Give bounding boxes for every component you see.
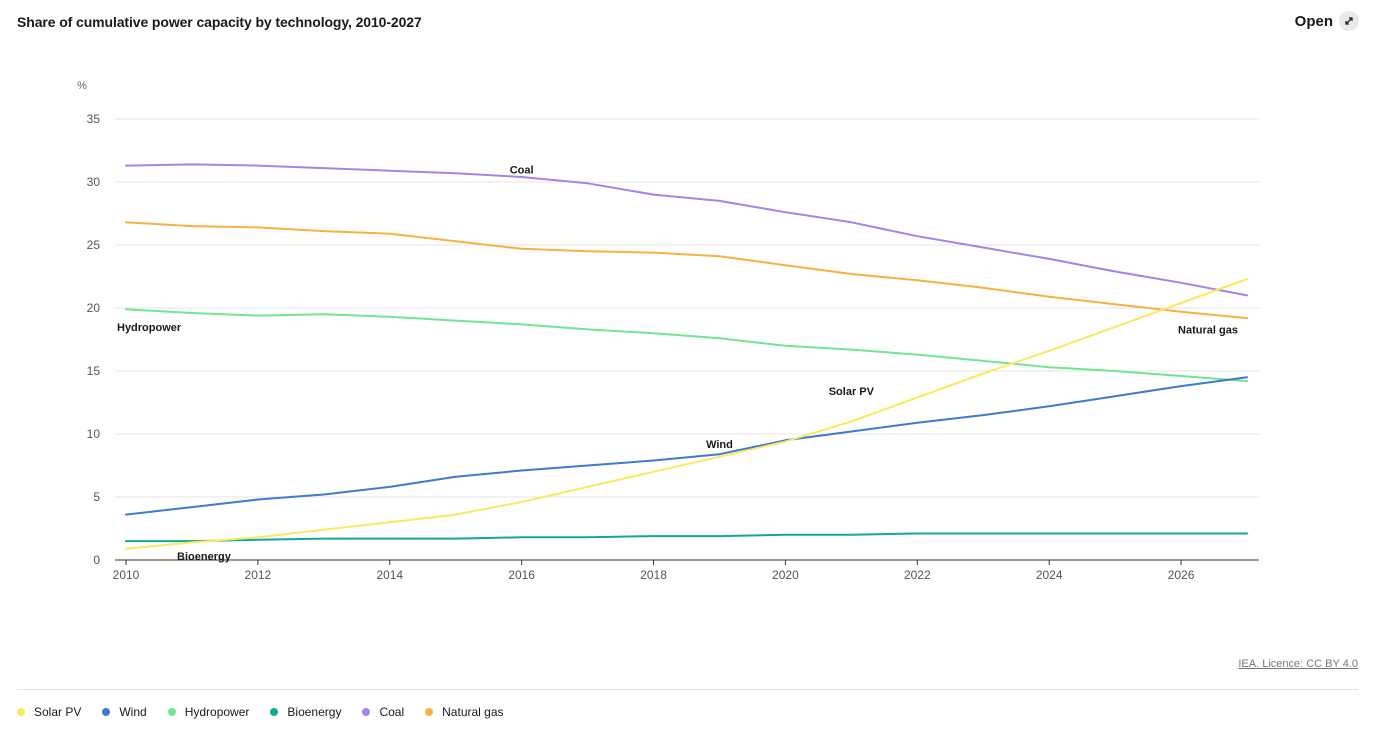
x-tick-label: 2010: [113, 568, 140, 582]
licence-link[interactable]: IEA. Licence: CC BY 4.0: [1238, 658, 1358, 670]
x-tick-label: 2024: [1036, 568, 1063, 582]
legend-item-wind[interactable]: Wind: [102, 705, 147, 719]
series-label-natural-gas: Natural gas: [1178, 324, 1238, 336]
x-tick-label: 2016: [508, 568, 535, 582]
series-label-bioenergy: Bioenergy: [177, 551, 232, 563]
legend-label-hydropower: Hydropower: [184, 705, 250, 719]
legend-label-bioenergy: Bioenergy: [287, 705, 342, 719]
legend-dot-natural-gas: [425, 708, 434, 716]
x-tick-label: 2020: [772, 568, 799, 582]
legend-item-hydropower[interactable]: Hydropower: [167, 705, 250, 719]
x-tick-label: 2014: [376, 568, 403, 582]
legend-label-wind: Wind: [119, 705, 147, 719]
y-tick-label: 10: [87, 427, 101, 441]
legend-label-coal: Coal: [379, 705, 405, 719]
legend-item-solar-pv[interactable]: Solar PV: [17, 705, 81, 719]
x-tick-label: 2022: [904, 568, 931, 582]
x-tick-label: 2012: [245, 568, 272, 582]
series-line-solar-pv: [125, 278, 1248, 550]
y-tick-label: 5: [93, 490, 100, 504]
x-tick-label: 2026: [1168, 568, 1195, 582]
legend-label-solar-pv: Solar PV: [34, 705, 82, 719]
series-label-wind: Wind: [706, 439, 733, 451]
series-line-natural-gas: [125, 221, 1248, 320]
legend-item-natural-gas[interactable]: Natural gas: [425, 705, 504, 719]
legend-item-bioenergy[interactable]: Bioenergy: [270, 705, 341, 719]
series-label-solar-pv: Solar PV: [829, 386, 875, 398]
series-line-bioenergy: [125, 532, 1248, 543]
series-label-coal: Coal: [510, 164, 534, 176]
series-line-wind: [125, 376, 1248, 516]
y-tick-label: 0: [93, 553, 100, 567]
legend-divider: [17, 689, 1358, 690]
legend-dot-solar-pv: [17, 708, 25, 716]
legend-dot-bioenergy: [270, 708, 279, 716]
legend-dot-coal: [362, 708, 371, 716]
series-line-hydropower: [125, 308, 1248, 383]
series-label-hydropower: Hydropower: [117, 322, 182, 334]
legend-label-natural-gas: Natural gas: [442, 705, 504, 719]
y-axis-label: %: [77, 80, 87, 92]
x-tick-label: 2018: [640, 568, 667, 582]
y-tick-label: 15: [87, 364, 101, 378]
chart-legend: Solar PV Wind Hydropower Bioenergy Coal Natur…: [17, 705, 504, 719]
y-tick-label: 20: [87, 301, 101, 315]
y-tick-label: 25: [87, 238, 101, 252]
y-tick-label: 30: [87, 175, 101, 189]
legend-dot-hydropower: [167, 708, 176, 716]
y-tick-label: 35: [87, 112, 101, 126]
line-chart: % 0 5 10 15 20 25 30 35 2010 2012 2014 2016 2018 2020 2…: [77, 80, 1259, 582]
legend-dot-wind: [102, 708, 111, 716]
legend-item-coal[interactable]: Coal: [362, 705, 404, 719]
